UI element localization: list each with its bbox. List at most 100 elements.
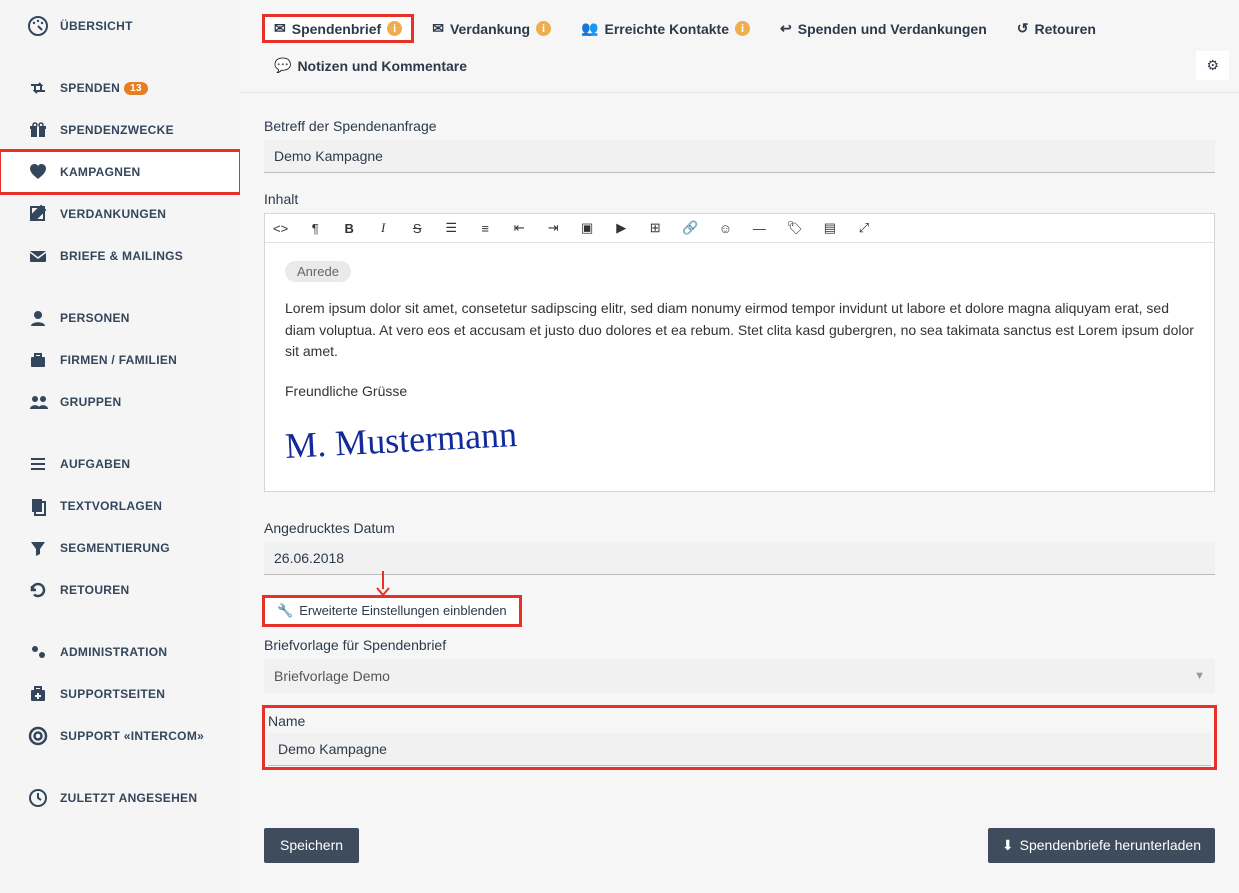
sidebar-item-briefe[interactable]: BRIEFE & MAILINGS xyxy=(0,235,240,277)
link-icon[interactable]: 🔗 xyxy=(682,220,698,236)
tab-spendenbrief[interactable]: ✉ Spendenbrief i xyxy=(264,16,412,41)
tab-label: Erreichte Kontakte xyxy=(605,21,729,37)
sidebar-item-support-intercom[interactable]: SUPPORT «INTERCOM» xyxy=(0,715,240,757)
sidebar-item-uebersicht[interactable]: ÜBERSICHT xyxy=(0,5,240,47)
reply-envelope-icon: ↩ xyxy=(780,20,792,37)
sidebar-item-aufgaben[interactable]: AUFGABEN xyxy=(0,443,240,485)
sidebar-item-label: ADMINISTRATION xyxy=(60,645,167,659)
life-ring-icon xyxy=(28,726,60,746)
sidebar-item-label: KAMPAGNEN xyxy=(60,165,140,179)
tab-notizen[interactable]: 💬 Notizen und Kommentare xyxy=(264,53,477,78)
sidebar-item-spendenzwecke[interactable]: SPENDENZWECKE xyxy=(0,109,240,151)
sidebar-item-firmen[interactable]: FIRMEN / FAMILIEN xyxy=(0,339,240,381)
download-button[interactable]: ⬇ Spendenbriefe herunterladen xyxy=(988,828,1215,863)
image-icon[interactable]: ▣ xyxy=(580,220,594,236)
sidebar-item-spenden[interactable]: SPENDEN 13 xyxy=(0,67,240,109)
edit-icon xyxy=(28,204,60,224)
template-label: Briefvorlage für Spendenbrief xyxy=(264,637,1215,653)
undo-icon: ↺ xyxy=(1017,20,1029,37)
download-label: Spendenbriefe herunterladen xyxy=(1020,837,1201,853)
sidebar-item-textvorlagen[interactable]: TEXTVORLAGEN xyxy=(0,485,240,527)
info-icon: i xyxy=(387,21,402,36)
editor-content[interactable]: Anrede Lorem ipsum dolor sit amet, conse… xyxy=(265,243,1214,491)
sidebar-item-segmentierung[interactable]: SEGMENTIERUNG xyxy=(0,527,240,569)
main-content: ✉ Spendenbrief i ✉ Verdankung i 👥 Erreic… xyxy=(240,0,1239,893)
info-icon: i xyxy=(536,21,551,36)
heart-icon xyxy=(28,162,60,182)
strike-icon[interactable]: S xyxy=(410,221,424,236)
signature-image: M. Mustermann xyxy=(284,413,518,467)
heart-envelope-icon: ✉ xyxy=(432,20,444,37)
tab-verdankung[interactable]: ✉ Verdankung i xyxy=(422,16,561,41)
sidebar-item-kampagnen[interactable]: KAMPAGNEN xyxy=(0,151,240,193)
sidebar-item-supportseiten[interactable]: SUPPORTSEITEN xyxy=(0,673,240,715)
sidebar-item-label: BRIEFE & MAILINGS xyxy=(60,249,183,263)
block-icon[interactable]: ▤ xyxy=(823,220,837,236)
template-select[interactable]: Briefvorlage Demo ▼ xyxy=(264,659,1215,693)
sidebar-item-personen[interactable]: PERSONEN xyxy=(0,297,240,339)
cogs-icon xyxy=(28,642,60,662)
footer-bar: Speichern ⬇ Spendenbriefe herunterladen xyxy=(240,828,1239,863)
sidebar-item-gruppen[interactable]: GRUPPEN xyxy=(0,381,240,423)
briefcase-icon xyxy=(28,350,60,370)
medkit-icon xyxy=(28,684,60,704)
closing-text: Freundliche Grüsse xyxy=(285,381,1194,403)
tab-bar: ✉ Spendenbrief i ✉ Verdankung i 👥 Erreic… xyxy=(240,0,1239,93)
tab-retouren[interactable]: ↺ Retouren xyxy=(1007,16,1106,41)
wrench-icon: 🔧 xyxy=(277,603,293,619)
name-input[interactable] xyxy=(268,733,1211,766)
list-icon xyxy=(28,454,60,474)
indent-icon[interactable]: ⇥ xyxy=(546,220,560,236)
sidebar-item-zuletzt[interactable]: ZULETZT ANGESEHEN xyxy=(0,777,240,819)
sidebar-item-label: AUFGABEN xyxy=(60,457,130,471)
users-icon: 👥 xyxy=(581,20,598,37)
name-label: Name xyxy=(268,713,1211,729)
tab-erreichte-kontakte[interactable]: 👥 Erreichte Kontakte i xyxy=(571,16,760,41)
tag-icon[interactable]: 🏷 xyxy=(786,220,803,236)
ol-icon[interactable]: ≡ xyxy=(478,221,492,236)
copy-icon xyxy=(28,496,60,516)
editor-toolbar: <> ¶ B I S ☰ ≡ ⇤ ⇥ ▣ ▶ ⊞ 🔗 ☺ — 🏷 ▤ xyxy=(265,214,1214,243)
badge-count: 13 xyxy=(124,82,148,95)
video-icon[interactable]: ▶ xyxy=(614,220,628,236)
code-view-icon[interactable]: <> xyxy=(273,221,288,236)
fullscreen-icon[interactable]: ⤢ xyxy=(857,220,871,236)
italic-icon[interactable]: I xyxy=(376,220,390,236)
template-value: Briefvorlage Demo xyxy=(274,668,390,684)
pilcrow-icon[interactable]: ¶ xyxy=(308,221,322,236)
emoji-icon[interactable]: ☺ xyxy=(718,221,732,236)
advanced-settings-button[interactable]: 🔧 Erweiterte Einstellungen einblenden xyxy=(264,597,520,625)
sidebar-item-label: RETOUREN xyxy=(60,583,130,597)
chevron-down-icon: ▼ xyxy=(1194,670,1205,682)
info-icon: i xyxy=(735,21,750,36)
hr-icon[interactable]: — xyxy=(752,221,766,236)
undo-icon xyxy=(28,580,60,600)
save-button[interactable]: Speichern xyxy=(264,828,359,863)
settings-tab[interactable]: ⚙ xyxy=(1196,51,1229,80)
sidebar-item-verdankungen[interactable]: VERDANKUNGEN xyxy=(0,193,240,235)
sidebar-item-retouren[interactable]: RETOUREN xyxy=(0,569,240,611)
comment-icon: 💬 xyxy=(274,57,291,74)
sidebar-item-label: SPENDEN xyxy=(60,81,120,95)
annotation-arrow-icon xyxy=(374,571,1215,597)
dashboard-icon xyxy=(28,16,60,36)
sidebar-item-label: PERSONEN xyxy=(60,311,130,325)
envelope-icon: ✉ xyxy=(274,20,286,37)
outdent-icon[interactable]: ⇤ xyxy=(512,220,526,236)
salutation-pill: Anrede xyxy=(285,261,351,282)
sidebar-item-label: SUPPORT «INTERCOM» xyxy=(60,729,204,743)
ul-icon[interactable]: ☰ xyxy=(444,220,458,236)
table-icon[interactable]: ⊞ xyxy=(648,220,662,236)
sidebar-item-administration[interactable]: ADMINISTRATION xyxy=(0,631,240,673)
tab-label: Verdankung xyxy=(450,21,530,37)
bold-icon[interactable]: B xyxy=(342,221,356,236)
retweet-icon xyxy=(28,78,60,98)
sidebar: ÜBERSICHT SPENDEN 13 SPENDENZWECKE KAMPA… xyxy=(0,0,240,893)
sidebar-item-label: SPENDENZWECKE xyxy=(60,123,174,137)
tab-label: Spendenbrief xyxy=(292,21,381,37)
sidebar-item-label: FIRMEN / FAMILIEN xyxy=(60,353,177,367)
sidebar-item-label: SEGMENTIERUNG xyxy=(60,541,170,555)
subject-input[interactable] xyxy=(264,140,1215,173)
clock-icon xyxy=(28,788,60,808)
tab-spenden-verdankungen[interactable]: ↩ Spenden und Verdankungen xyxy=(770,16,997,41)
